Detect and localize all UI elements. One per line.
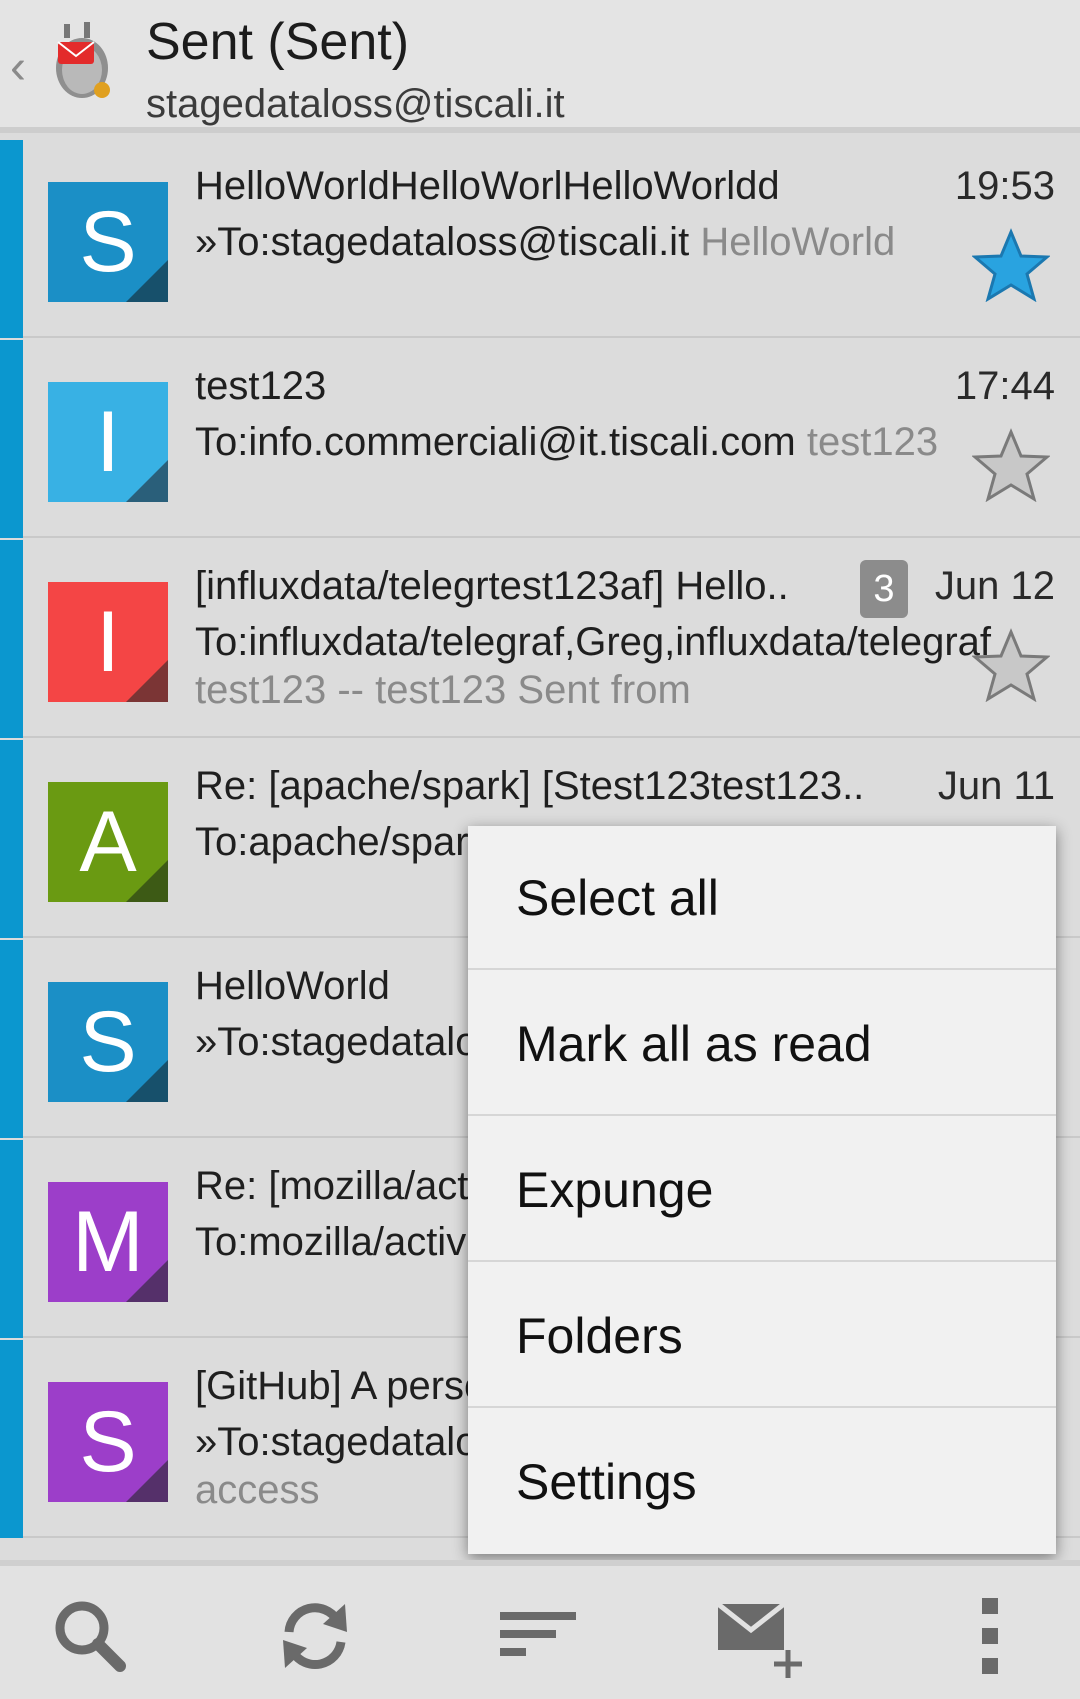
message-row[interactable]: I [influxdata/telegrtest123af] Hello.. To:… xyxy=(0,540,1080,738)
avatar-letter: I xyxy=(96,594,120,690)
sort-icon[interactable] xyxy=(490,1586,590,1686)
message-subject: Re: [apache/spark] [Stest123test123.. xyxy=(195,764,865,808)
message-subject: [influxdata/telegrtest123af] Hello.. xyxy=(195,564,789,608)
message-subject: HelloWorld xyxy=(195,964,390,1008)
folder-title: Sent (Sent) xyxy=(146,13,410,71)
row-divider xyxy=(23,736,1080,738)
avatar-fold-corner xyxy=(126,1260,168,1302)
unread-stripe xyxy=(0,540,23,738)
thread-count-badge: 3 xyxy=(860,560,908,618)
message-row[interactable]: Itest123 To:info.commerciali@it.tiscali.c… xyxy=(0,340,1080,538)
avatar-fold-corner xyxy=(126,1060,168,1102)
avatar-fold-corner xyxy=(126,660,168,702)
menu-item-settings[interactable]: Settings xyxy=(468,1410,1056,1554)
message-recipients: To:info.commerciali@it.tiscali.com xyxy=(195,420,796,464)
sender-avatar[interactable]: A xyxy=(48,782,168,902)
overflow-menu-icon[interactable] xyxy=(940,1586,1040,1686)
compose-icon[interactable] xyxy=(710,1586,810,1686)
message-time: 17:44 xyxy=(954,364,1055,408)
sender-avatar[interactable]: S xyxy=(48,1382,168,1502)
unread-stripe xyxy=(0,340,23,538)
unread-stripe xyxy=(0,140,23,338)
message-preview: To:influxdata/telegraf,Greg,influxdata/t… xyxy=(195,618,991,714)
sender-avatar[interactable]: S xyxy=(48,182,168,302)
menu-item-folders[interactable]: Folders xyxy=(468,1264,1056,1408)
message-snippet: test123 xyxy=(806,420,939,464)
star-icon[interactable] xyxy=(972,428,1050,502)
avatar-fold-corner xyxy=(126,1460,168,1502)
message-time: Jun 11 xyxy=(937,764,1055,808)
message-subject: HelloWorldHelloWorlHelloWorldd xyxy=(195,164,780,208)
unread-stripe xyxy=(0,1340,23,1538)
message-preview: »To:stagedataloss@tiscali.it HelloWorld xyxy=(195,218,955,266)
app-header: ‹ Sent (Sent) stagedataloss@tiscali.it xyxy=(0,0,1080,133)
sender-avatar[interactable]: I xyxy=(48,382,168,502)
avatar-letter: I xyxy=(96,394,120,490)
search-icon[interactable] xyxy=(40,1586,140,1686)
avatar-fold-corner xyxy=(126,860,168,902)
message-subject: test123 xyxy=(195,364,327,408)
message-preview: To:info.commerciali@it.tiscali.com test1… xyxy=(195,418,955,466)
star-icon[interactable] xyxy=(972,628,1050,702)
unread-stripe xyxy=(0,940,23,1138)
menu-item-select-all[interactable]: Select all xyxy=(468,826,1056,970)
row-divider xyxy=(23,536,1080,538)
account-email: stagedataloss@tiscali.it xyxy=(146,82,565,126)
unread-stripe xyxy=(0,1140,23,1338)
sender-avatar[interactable]: M xyxy=(48,1182,168,1302)
back-chevron-icon[interactable]: ‹ xyxy=(10,44,26,92)
avatar-fold-corner xyxy=(126,460,168,502)
menu-item-mark-all-read[interactable]: Mark all as read xyxy=(468,972,1056,1116)
message-time: Jun 12 xyxy=(934,564,1055,608)
row-divider xyxy=(23,336,1080,338)
message-snippet: HelloWorld xyxy=(700,220,896,264)
sender-avatar[interactable]: I xyxy=(48,582,168,702)
app-logo-icon[interactable] xyxy=(44,18,124,108)
sender-avatar[interactable]: S xyxy=(48,982,168,1102)
avatar-fold-corner xyxy=(126,260,168,302)
message-recipients: To:influxdata/telegraf,Greg,influxdata/t… xyxy=(195,620,992,664)
message-recipients: »To:stagedataloss@tiscali.it xyxy=(195,220,690,264)
menu-item-expunge[interactable]: Expunge xyxy=(468,1118,1056,1262)
star-icon[interactable] xyxy=(972,228,1050,302)
message-snippet: test123 -- test123 Sent from xyxy=(195,668,691,712)
overflow-popup-menu: Select all Mark all as read Expunge Folders… xyxy=(468,826,1056,1554)
message-row[interactable]: S HelloWorldHelloWorlHelloWorldd »To:stage… xyxy=(0,140,1080,338)
refresh-icon[interactable] xyxy=(265,1586,365,1686)
bottom-toolbar xyxy=(0,1560,1080,1699)
unread-stripe xyxy=(0,740,23,938)
message-time: 19:53 xyxy=(954,164,1055,208)
